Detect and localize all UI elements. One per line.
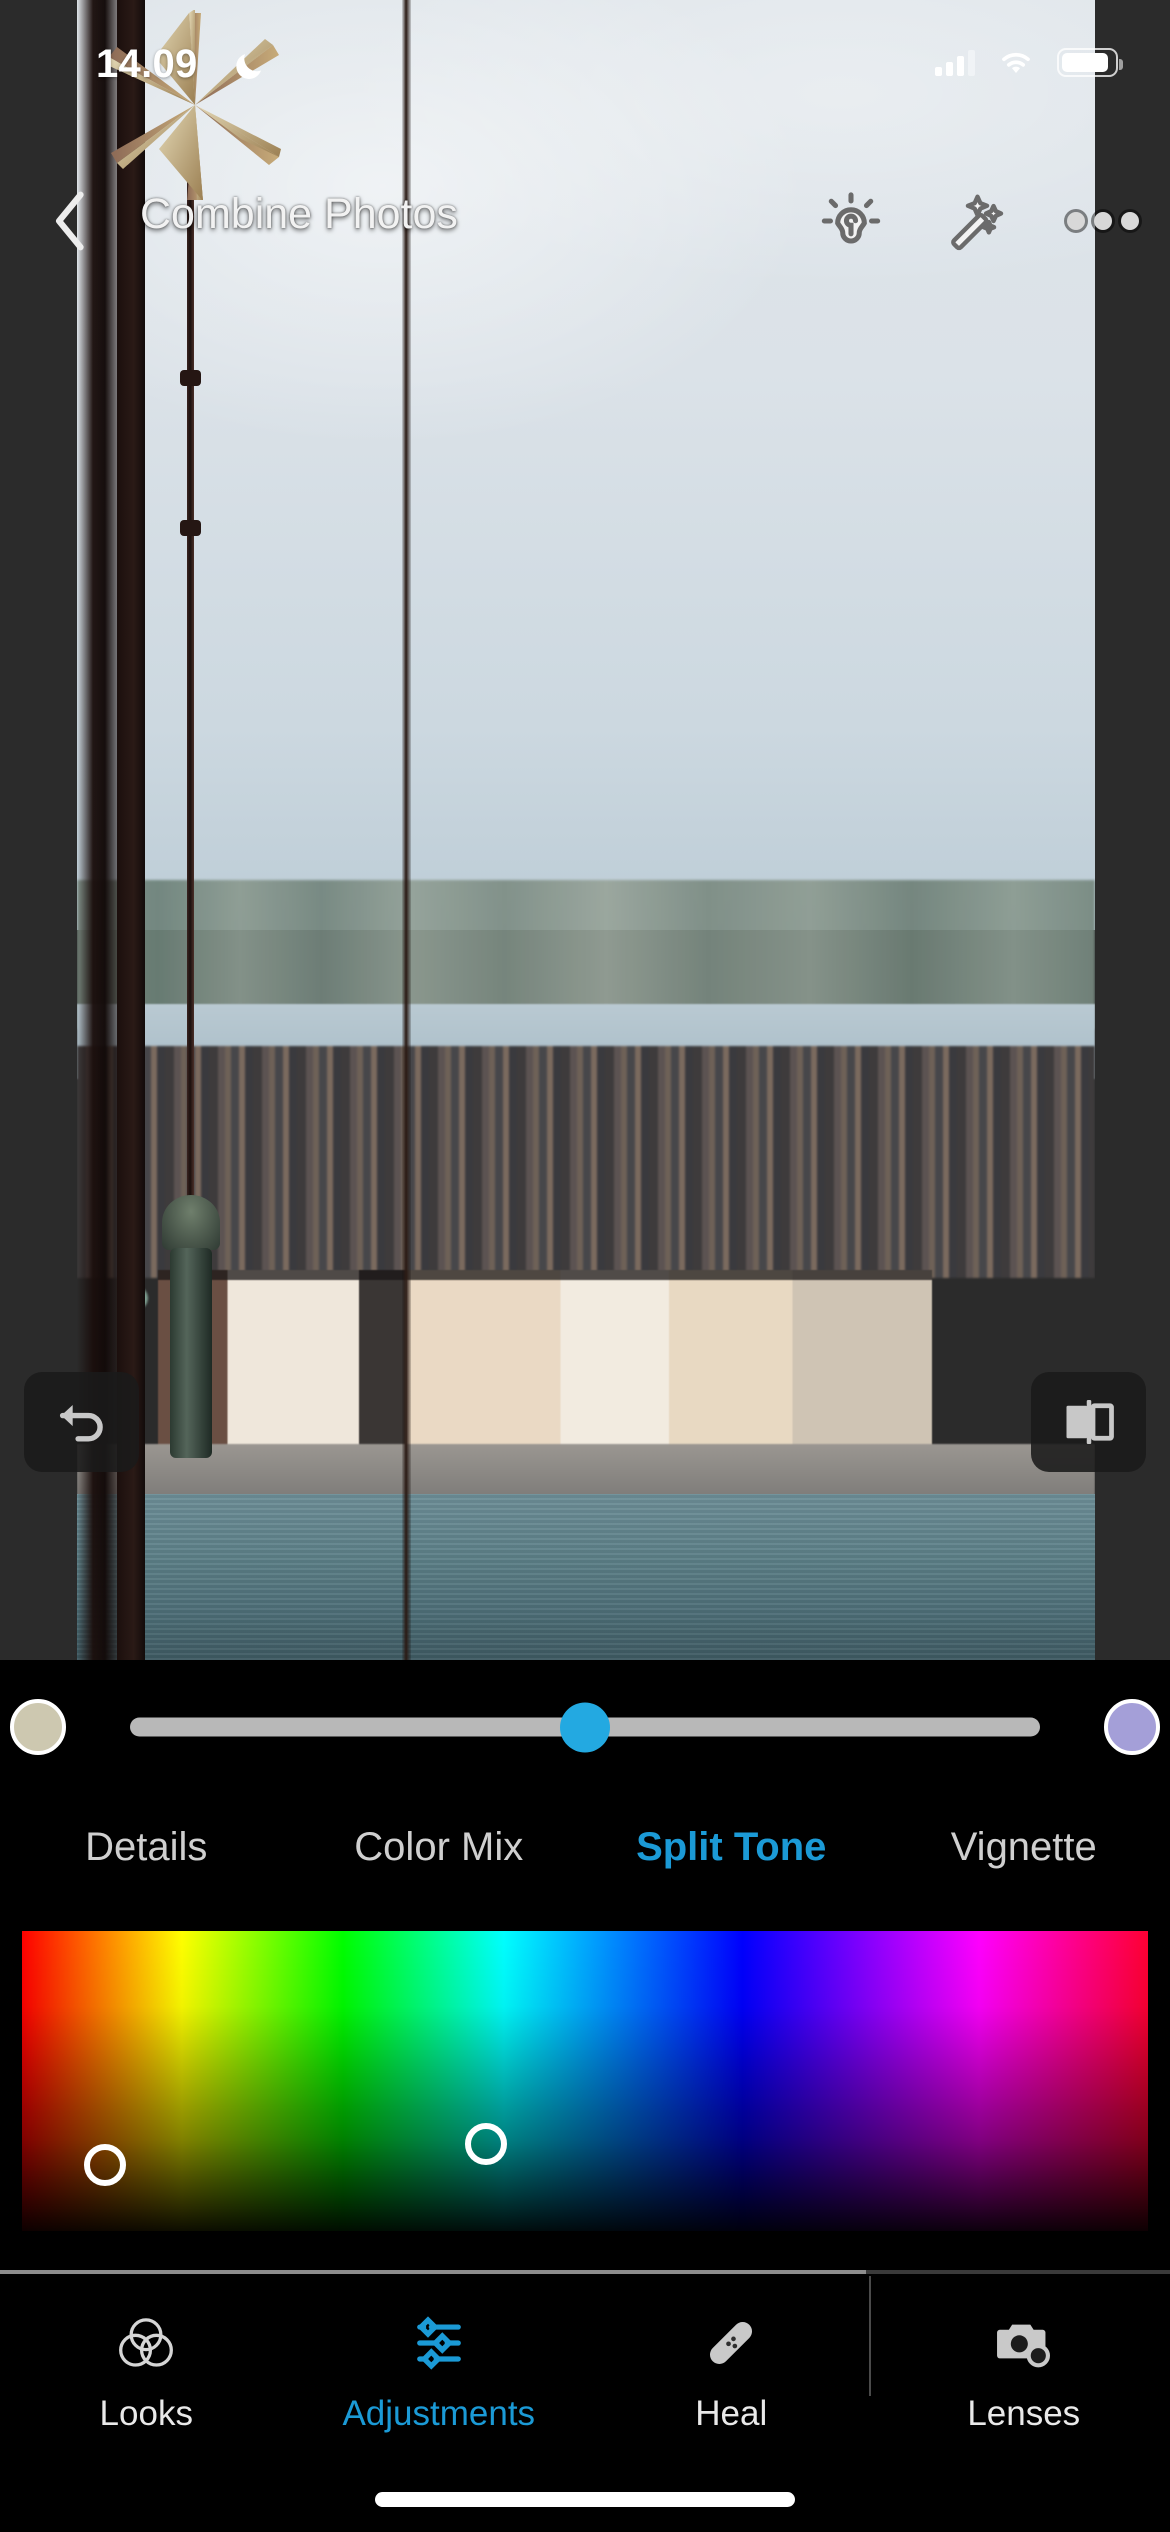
auto-tone-light-bulb-button[interactable] — [812, 182, 890, 260]
phone-screen: 14.09 Combine Photos Details Color Mix S… — [0, 0, 1170, 2532]
tab-details[interactable]: Details — [0, 1825, 293, 1870]
tab-color-mix[interactable]: Color Mix — [293, 1825, 586, 1870]
shadows-handle[interactable] — [84, 2144, 127, 2186]
bottom-tab-heal[interactable]: Heal — [585, 2274, 878, 2434]
home-indicator[interactable] — [375, 2492, 795, 2507]
photo-spire-knob-lower — [180, 520, 201, 536]
camera-lens-icon — [996, 2324, 1050, 2368]
shadows-color-swatch[interactable] — [10, 1699, 66, 1755]
compare-before-after-button[interactable] — [1031, 1372, 1146, 1472]
page-title: Combine Photos — [140, 190, 458, 238]
adjustment-panel-tabs: Details Color Mix Split Tone Vignette — [0, 1795, 1170, 1900]
photo-quay — [77, 1444, 1095, 1498]
bottom-tab-adjustments[interactable]: Adjustments — [293, 2274, 586, 2434]
photo-spire-knob-upper — [180, 370, 201, 386]
tab-vignette[interactable]: Vignette — [878, 1825, 1170, 1870]
photo-spire-cupola — [162, 1195, 220, 1250]
bottom-tab-label-looks: Looks — [99, 2394, 193, 2433]
undo-button[interactable] — [24, 1372, 139, 1472]
back-button[interactable] — [36, 186, 106, 256]
split-tone-balance-row — [0, 1663, 1170, 1791]
three-dots-icon — [1067, 212, 1139, 230]
photo-spire-pole — [187, 150, 194, 1270]
light-bulb-icon — [821, 192, 881, 244]
highlights-handle[interactable] — [464, 2123, 507, 2165]
toolbar-divider — [869, 2276, 871, 2396]
sliders-icon — [416, 2316, 461, 2370]
balance-slider-track[interactable] — [130, 1702, 1040, 1752]
magic-wand-icon — [951, 194, 1004, 251]
chevron-left-icon — [55, 191, 84, 251]
undo-arrow-icon — [59, 1404, 103, 1442]
bottom-tab-label-heal: Heal — [695, 2394, 768, 2433]
magic-wand-button[interactable] — [938, 182, 1016, 260]
tab-split-tone[interactable]: Split Tone — [585, 1825, 878, 1870]
highlights-color-swatch[interactable] — [1104, 1699, 1160, 1755]
bottom-tab-label-lenses: Lenses — [967, 2394, 1081, 2433]
balance-slider-thumb[interactable] — [560, 1702, 610, 1752]
overflow-menu-button[interactable] — [1064, 182, 1142, 260]
photo-riverside-buildings — [158, 1269, 933, 1453]
navigation-bar: Combine Photos — [0, 160, 1170, 280]
photo-spire-column — [170, 1248, 212, 1458]
split-tone-color-field[interactable] — [22, 1931, 1148, 2231]
venn-circles-icon — [119, 2318, 174, 2367]
bandage-icon — [710, 2321, 753, 2365]
before-after-split-icon — [1066, 1400, 1114, 1444]
bottom-tab-looks[interactable]: Looks — [0, 2274, 293, 2434]
bottom-tab-label-adjustments: Adjustments — [342, 2394, 536, 2433]
bottom-tab-lenses[interactable]: Lenses — [878, 2274, 1170, 2434]
nav-action-group — [812, 182, 1142, 260]
photo-water — [77, 1494, 1095, 1660]
